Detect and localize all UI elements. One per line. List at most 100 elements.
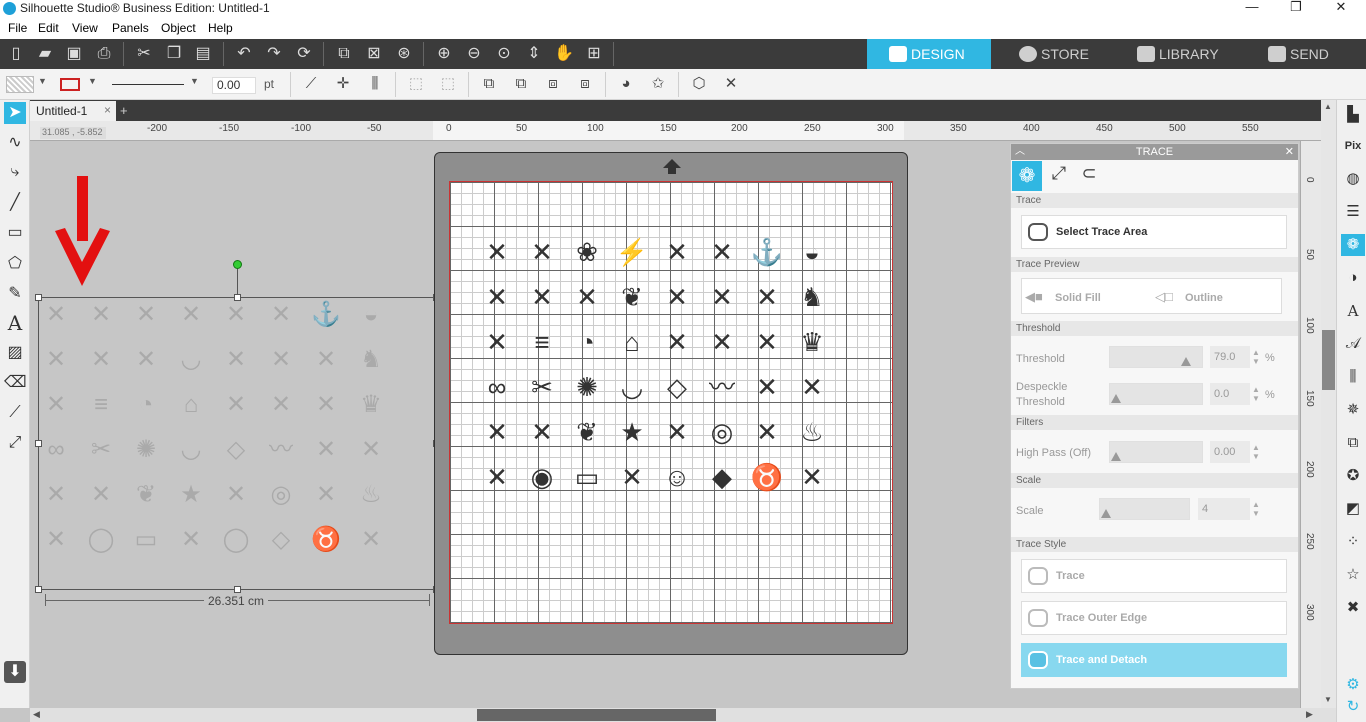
line-style-dropdown-icon[interactable]: ▼ <box>190 76 199 86</box>
ghost-icon-r2-c7[interactable]: ✕ <box>308 342 344 378</box>
ghost-icon-r2-c6[interactable]: ✕ <box>263 342 299 378</box>
ghost-icon-r6-c3[interactable]: ▭ <box>128 522 164 558</box>
magnet-icon[interactable]: ⊂ <box>1076 163 1102 189</box>
transform-panel-icon[interactable]: ✵ <box>1341 399 1365 421</box>
line-style-panel-icon[interactable]: ☰ <box>1341 201 1365 223</box>
eraser-tool-icon[interactable]: ⌫ <box>4 372 27 394</box>
point-edit-icon[interactable]: ∿ <box>4 132 26 154</box>
group-disabled-icon[interactable]: ⬚ <box>405 74 427 94</box>
ghost-icon-r3-c4[interactable]: ⌂ <box>173 387 209 423</box>
design-icon-r6-c4[interactable]: ✕ <box>614 459 650 495</box>
design-icon-r2-c7[interactable]: ✕ <box>749 279 785 315</box>
new-document-icon[interactable]: ▯ <box>5 44 27 64</box>
design-icon-r1-c2[interactable]: ✕ <box>524 234 560 270</box>
menu-object[interactable]: Object <box>161 21 196 35</box>
ghost-icon-r1-c5[interactable]: ✕ <box>218 297 254 333</box>
ghost-icon-r1-c8[interactable]: ◒ <box>353 297 389 333</box>
modify-shape-icon[interactable]: ◕ <box>615 74 637 94</box>
ghost-icon-r6-c7[interactable]: ♉ <box>308 522 344 558</box>
pixscan-eyedropper-icon[interactable]: ⤢ <box>1046 163 1072 189</box>
ghost-icon-r5-c8[interactable]: ♨ <box>353 477 389 513</box>
design-icon-r3-c8[interactable]: ♛ <box>794 324 830 360</box>
offset-panel-icon[interactable]: ◩ <box>1341 498 1365 520</box>
threshold-slider-thumb[interactable] <box>1181 357 1192 366</box>
rectangle-tool-icon[interactable]: ▭ <box>4 222 26 244</box>
vertical-scrollbar[interactable]: ▲ ▼ <box>1321 100 1336 708</box>
despeckle-slider-thumb[interactable] <box>1111 394 1121 403</box>
horizontal-scrollbar[interactable]: ◀ ▶ <box>30 708 1336 722</box>
ghost-icon-r5-c7[interactable]: ✕ <box>308 477 344 513</box>
zoom-out-icon[interactable]: ⊖ <box>463 44 485 64</box>
minimize-button[interactable]: — <box>1229 0 1275 17</box>
high-pass-slider[interactable] <box>1109 441 1203 463</box>
design-icon-r5-c1[interactable]: ✕ <box>479 414 515 450</box>
fill-tool-icon[interactable]: ▨ <box>4 342 26 364</box>
despeckle-slider[interactable] <box>1109 383 1203 405</box>
restore-button[interactable]: ❐ <box>1273 0 1319 17</box>
collapse-panel-icon[interactable]: ︿ <box>1015 144 1025 160</box>
tab-store[interactable]: STORE <box>997 39 1115 69</box>
send-to-back-icon[interactable]: ⧈ <box>574 74 596 94</box>
move-icon[interactable]: ✛ <box>332 74 354 94</box>
ghost-icon-r5-c4[interactable]: ★ <box>173 477 209 513</box>
copy-icon[interactable]: ❐ <box>163 44 185 64</box>
design-icon-sheet[interactable]: ✕ ✕ ❀ ⚡ ✕ ✕ ⚓ ◒ ✕ ✕ ✕ ❦ ✕ ✕ ✕ ♞ ✕ ≡ ◔ ⌂ ✕ ✕ ✕ ♛ ∞ ✂ ✺ ◡ ◇ 〰 ✕ ✕ ✕ ✕ ❦ ★ ✕ ◎ ✕ ♨… <box>479 234 839 504</box>
menu-view[interactable]: View <box>72 21 98 35</box>
design-icon-r5-c6[interactable]: ◎ <box>704 414 740 450</box>
ungroup-icon[interactable]: ⊠ <box>363 44 385 64</box>
design-icon-r4-c3[interactable]: ✺ <box>569 369 605 405</box>
knife-panel-icon[interactable]: ✖ <box>1341 597 1365 619</box>
curve-tool-icon[interactable]: ⤷ <box>4 161 26 183</box>
ghost-icon-r1-c1[interactable]: ✕ <box>38 297 74 333</box>
add-tab-icon[interactable]: + <box>120 103 128 118</box>
design-icon-r6-c8[interactable]: ✕ <box>794 459 830 495</box>
drag-zoom-icon[interactable]: ⇕ <box>523 44 545 64</box>
ghost-icon-r5-c3[interactable]: ❦ <box>128 477 164 513</box>
resize-handle-w[interactable] <box>35 440 42 447</box>
design-icon-r3-c3[interactable]: ◔ <box>569 324 605 360</box>
ghost-icon-r1-c2[interactable]: ✕ <box>83 297 119 333</box>
solid-fill-option[interactable]: Solid Fill <box>1055 292 1101 304</box>
design-icon-r6-c3[interactable]: ▭ <box>569 459 605 495</box>
pixscan-icon[interactable]: Pix <box>1341 135 1365 157</box>
trace-outer-edge-button[interactable]: Trace Outer Edge <box>1021 601 1287 635</box>
ghost-icon-r6-c8[interactable]: ✕ <box>353 522 389 558</box>
sketch-panel-icon[interactable]: ⁘ <box>1341 531 1365 553</box>
high-pass-input[interactable]: 0.00 <box>1210 441 1250 463</box>
ghost-icon-r6-c5[interactable]: ◯ <box>218 522 254 558</box>
design-icon-r2-c4[interactable]: ❦ <box>614 279 650 315</box>
redraw-icon[interactable]: ⟳ <box>293 44 315 64</box>
ghost-icon-r6-c6[interactable]: ◇ <box>263 522 299 558</box>
close-tab-icon[interactable]: × <box>104 103 111 117</box>
print-icon[interactable]: ⎙ <box>93 44 115 64</box>
design-icon-r6-c2[interactable]: ◉ <box>524 459 560 495</box>
open-folder-icon[interactable]: ▰ <box>34 44 56 64</box>
close-window-button[interactable]: ✕ <box>1318 0 1364 17</box>
resize-handle-n[interactable] <box>234 294 241 301</box>
despeckle-input[interactable]: 0.0 <box>1210 383 1250 405</box>
pan-hand-icon[interactable]: ✋ <box>553 44 575 64</box>
ghost-icon-r3-c2[interactable]: ≡ <box>83 387 119 423</box>
design-icon-r2-c6[interactable]: ✕ <box>704 279 740 315</box>
ghost-icon-r4-c4[interactable]: ◡ <box>173 432 209 468</box>
fit-to-page-icon[interactable]: ⊞ <box>583 44 605 64</box>
design-icon-r2-c3[interactable]: ✕ <box>569 279 605 315</box>
design-icon-r1-c3[interactable]: ❀ <box>569 234 605 270</box>
design-icon-r2-c8[interactable]: ♞ <box>794 279 830 315</box>
library-panel-icon[interactable]: ⬇ <box>4 661 26 683</box>
outline-option[interactable]: Outline <box>1185 292 1223 304</box>
scroll-down-icon[interactable]: ▼ <box>1324 695 1332 704</box>
vertical-scroll-thumb[interactable] <box>1322 330 1335 390</box>
ghost-icon-r3-c7[interactable]: ✕ <box>308 387 344 423</box>
replicate-panel-icon[interactable]: ⧉ <box>1341 432 1365 454</box>
ghost-icon-r4-c8[interactable]: ✕ <box>353 432 389 468</box>
tab-send[interactable]: SEND <box>1246 39 1366 69</box>
fill-dropdown-icon[interactable]: ▼ <box>38 76 47 86</box>
delete-icon[interactable]: ✕ <box>720 74 742 94</box>
design-icon-r1-c8[interactable]: ◒ <box>794 234 830 270</box>
design-icon-r5-c2[interactable]: ✕ <box>524 414 560 450</box>
modify-panel-icon[interactable]: ✪ <box>1341 465 1365 487</box>
select-tool-icon[interactable]: ➤ <box>4 102 26 124</box>
despeckle-stepper[interactable]: ▲ ▼ <box>1252 385 1260 403</box>
fill-color-swatch[interactable] <box>6 76 34 93</box>
